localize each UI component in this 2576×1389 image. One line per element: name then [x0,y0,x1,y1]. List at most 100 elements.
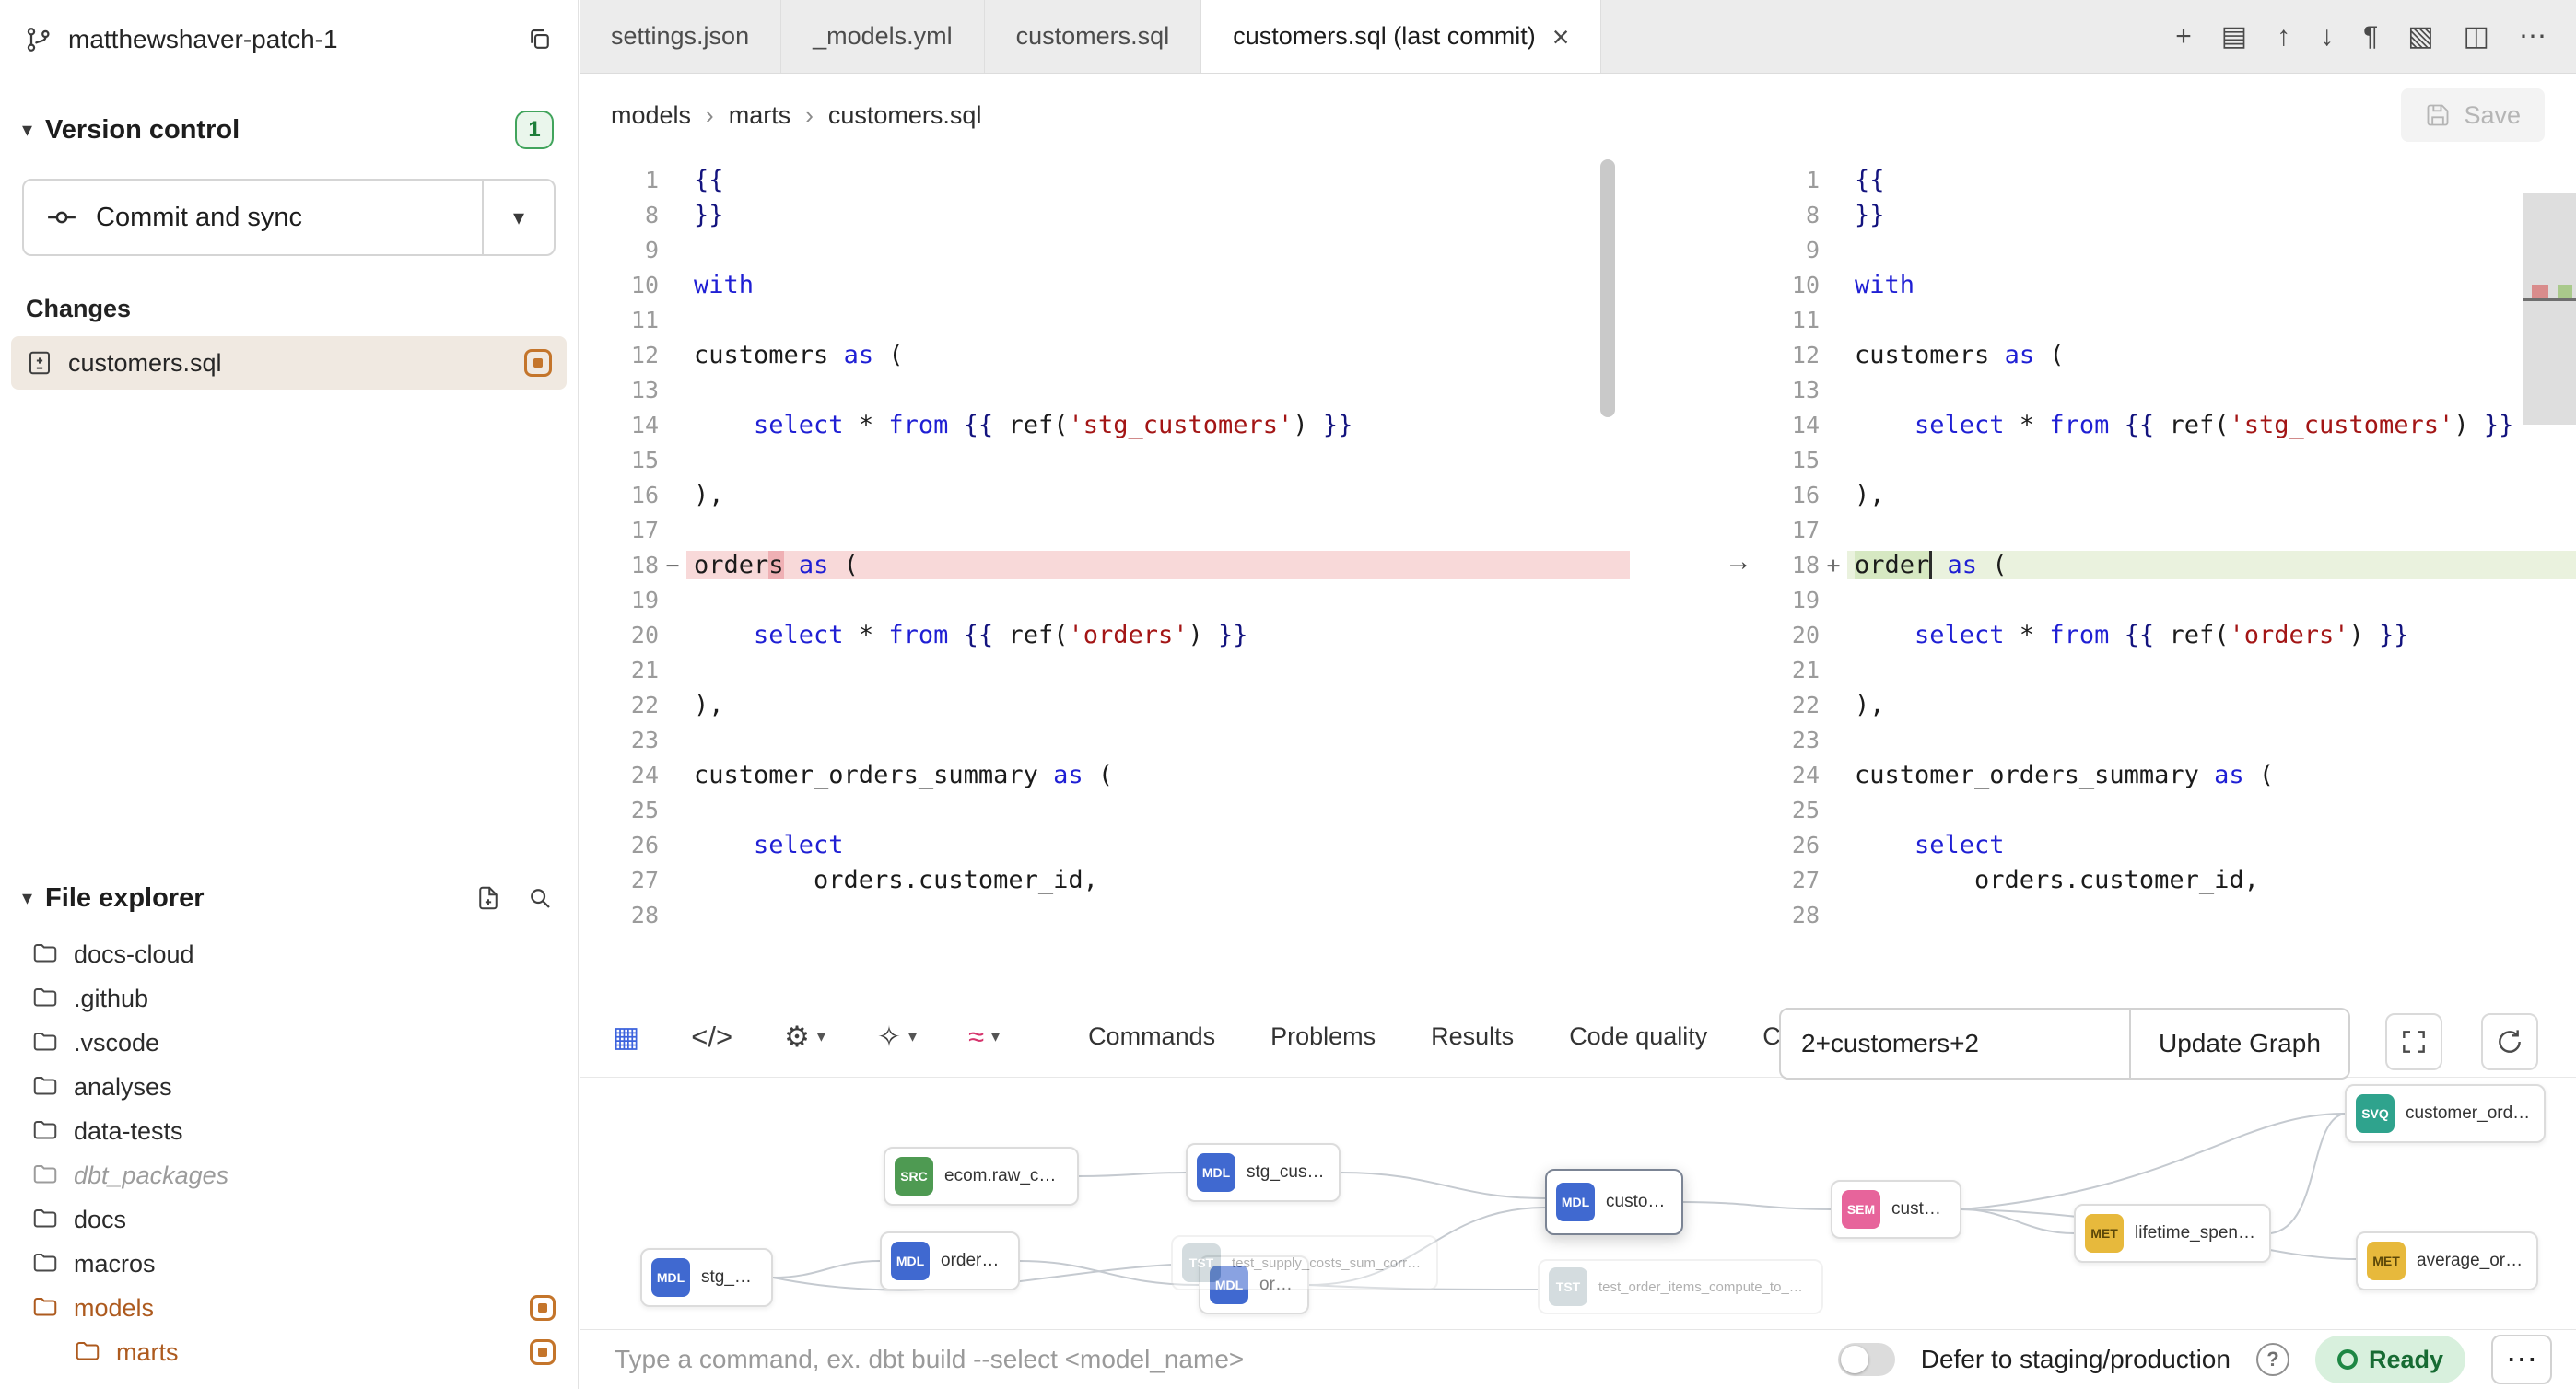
tab-customers-sql[interactable]: customers.sql [985,0,1202,73]
version-control-header[interactable]: ▾ Version control 1 [0,79,578,158]
tree-item-github[interactable]: .github [0,976,578,1021]
diff-sign: − [659,552,686,578]
build-icon[interactable]: ⚙▾ [784,1021,825,1054]
lineage-node-mdl-stg-customers[interactable]: MDLstg_customers [1186,1143,1341,1202]
tab-models-yml[interactable]: _models.yml [781,0,985,73]
lineage-node-sem-customers[interactable]: SEMcustomers [1831,1180,1961,1239]
panel-tab-commands[interactable]: Commands [1060,997,1243,1077]
lineage-edge [1079,1173,1186,1176]
lineage-node-mdl-order-items[interactable]: MDLorder_items [880,1231,1020,1290]
left-pane-scrollbar[interactable] [1600,159,1615,417]
panel-tab-results[interactable]: Results [1403,997,1541,1077]
file-explorer-header[interactable]: ▾ File explorer [0,870,578,927]
tree-item-label: dbt_packages [74,1161,228,1190]
folder-icon [31,1117,59,1145]
tree-item-analyses[interactable]: analyses [0,1065,578,1109]
overview-ruler[interactable] [2523,158,2576,997]
tree-item-vscode[interactable]: .vscode [0,1021,578,1065]
help-icon[interactable]: ? [2256,1343,2289,1376]
lineage-selector-input[interactable] [1779,1008,2131,1080]
lineage-node-tst-test-supply-costs-sum-correctly[interactable]: TSTtest_supply_costs_sum_correctly [1171,1235,1438,1290]
breadcrumb-marts[interactable]: marts [729,101,791,130]
branch-selector[interactable]: matthewshaver-patch-1 [0,0,578,79]
lineage-node-met-average-order-value[interactable]: METaverage_order_value [2356,1231,2538,1290]
lineage-node-svq-customer-order-metrics[interactable]: SVQcustomer_order_metrics [2345,1084,2546,1143]
commit-options-dropdown[interactable]: ▾ [482,181,554,254]
chevron-down-icon[interactable]: ▾ [991,1027,1000,1046]
fullscreen-icon[interactable] [2385,1013,2442,1070]
tree-item-dbt-packages[interactable]: dbt_packages [0,1153,578,1197]
code-line-17: 17 [1630,512,2576,547]
tree-item-marts[interactable]: marts [0,1330,578,1374]
next-change-icon[interactable]: ↓ [2320,21,2334,53]
format-icon[interactable]: ✧▾ [877,1021,917,1054]
commit-and-sync-button[interactable]: Commit and sync ▾ [22,179,556,256]
breadcrumb-file[interactable]: customers.sql [828,101,982,130]
save-button[interactable]: Save [2401,88,2545,142]
copy-branch-icon[interactable] [526,26,554,53]
breadcrumb-models[interactable]: models [611,101,691,130]
folder-icon [74,1338,101,1366]
revert-change-arrow-icon[interactable]: → [1720,544,1757,579]
new-tab-icon[interactable]: + [2175,21,2192,53]
dbt-cloud-ide: matthewshaver-patch-1 ▾ Version control … [0,0,2576,1389]
lineage-node-mdl-customers[interactable]: MDLcustomers [1545,1169,1683,1235]
code-line-20: 20 select * from {{ ref('orders') }} [1630,617,2576,652]
lineage-node-tst-test-order-items-compute-to-bools-correctly[interactable]: TSTtest_order_items_compute_to_bools_cor… [1538,1259,1823,1314]
diff-original-pane[interactable]: 1{{8}}910with1112customers as (1314 sele… [580,158,1630,997]
changed-file-customers-sql[interactable]: customers.sql [11,336,567,390]
refresh-icon[interactable] [2481,1013,2538,1070]
new-file-icon[interactable] [474,884,502,912]
tree-item-macros[interactable]: macros [0,1242,578,1286]
node-label: ecom.raw_customers [944,1166,1064,1186]
panel-tab-problems[interactable]: Problems [1243,997,1403,1077]
lineage-canvas[interactable]: SRCecom.raw_customers MDLstg_customers MDL… [580,1079,2576,1328]
tree-item-data-tests[interactable]: data-tests [0,1109,578,1153]
command-input[interactable] [613,1344,1812,1375]
lineage-node-mdl-stg-orders[interactable]: MDLstg_orders [640,1248,773,1307]
lint-fix-icon[interactable]: ≈▾ [968,1021,1000,1054]
previous-change-icon[interactable]: ↑ [2277,21,2290,53]
more-options-button[interactable]: ⋯ [2491,1335,2552,1384]
more-editor-actions-icon[interactable]: ⋯ [2519,20,2547,53]
tab-label: customers.sql (last commit) [1233,22,1536,51]
tab-settings-json[interactable]: settings.json [580,0,781,73]
scrollbar-thumb[interactable] [2523,193,2576,425]
diff-modified-pane[interactable]: 1{{8}}910with1112customers as (1314 sele… [1630,158,2576,997]
status-badge[interactable]: Ready [2315,1336,2465,1383]
tab-customers-sql-last-commit[interactable]: customers.sql (last commit) × [1201,0,1601,73]
node-type-chip: MET [2367,1242,2406,1280]
code-text: }} [686,201,1630,229]
tab-strip: settings.json_models.ymlcustomers.sqlcus… [580,0,1601,73]
docs-book-icon[interactable]: ▧ [2407,20,2433,53]
compile-code-icon[interactable]: </> [691,1021,732,1054]
code-line-9: 9 [580,232,1630,267]
code-text: with [1847,271,2576,299]
line-number: 18 [580,552,659,578]
chevron-down-icon[interactable]: ▾ [817,1027,825,1046]
search-icon[interactable] [526,884,554,912]
panel-tab-code-quality[interactable]: Code quality [1541,997,1735,1077]
line-number: 15 [580,447,659,473]
tree-item-models[interactable]: models [0,1286,578,1330]
lineage-node-src-ecom-raw-customers[interactable]: SRCecom.raw_customers [884,1147,1079,1206]
code-text: select [686,831,1630,859]
update-graph-button[interactable]: Update Graph [2131,1008,2350,1080]
tree-item-docs-cloud[interactable]: docs-cloud [0,932,578,976]
code-line-8: 8}} [1630,197,2576,232]
chevron-down-icon[interactable]: ▾ [908,1027,917,1046]
changed-files-list-icon[interactable]: ▤ [2221,20,2247,53]
sidebar: matthewshaver-patch-1 ▾ Version control … [0,0,579,1389]
preview-table-icon[interactable]: ▦ [613,1021,639,1054]
close-tab-icon[interactable]: × [1552,22,1570,52]
split-editor-icon[interactable]: ◫ [2464,20,2489,53]
code-line-14: 14 select * from {{ ref('stg_customers')… [580,407,1630,442]
defer-toggle[interactable] [1838,1343,1895,1376]
node-label: stg_customers [1247,1162,1326,1183]
whitespace-pilcrow-icon[interactable]: ¶ [2363,21,2378,53]
tree-item-docs[interactable]: docs [0,1197,578,1242]
lineage-node-met-lifetime-spend-pretax[interactable]: METlifetime_spend_pretax [2074,1204,2271,1263]
code-text: ), [686,691,1630,719]
tree-item-label: analyses [74,1073,172,1102]
code-line-1: 1{{ [580,162,1630,197]
